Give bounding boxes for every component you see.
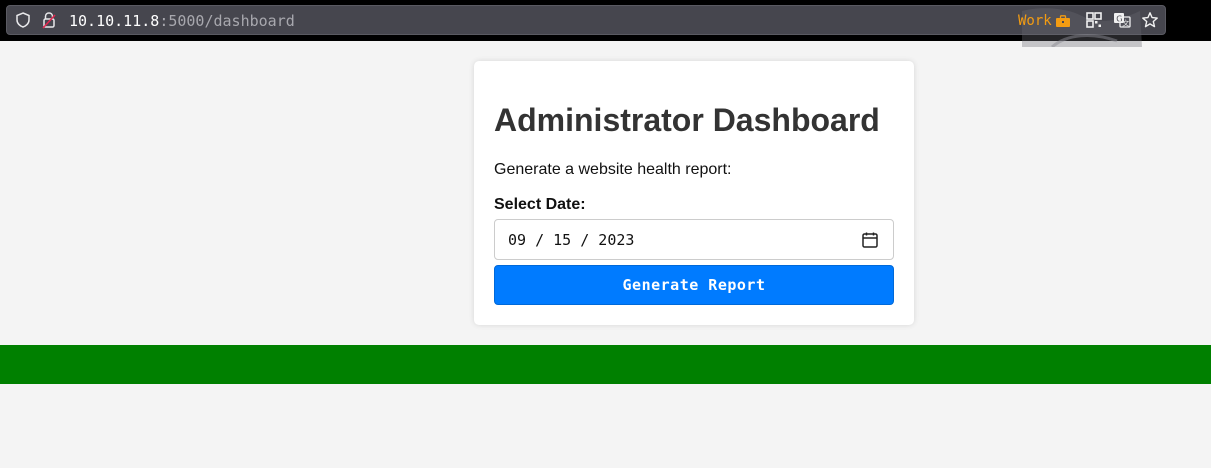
date-value[interactable]: 09 / 15 / 2023 xyxy=(508,231,634,249)
url-text[interactable]: 10.10.11.8:5000/dashboard xyxy=(69,12,295,30)
generate-report-button[interactable]: Generate Report xyxy=(494,265,894,305)
url-host: 10.10.11.8 xyxy=(69,12,160,30)
report-description: Generate a website health report: xyxy=(494,161,732,178)
container-tab-indicator[interactable]: Work xyxy=(1018,12,1071,30)
date-input[interactable]: 09 / 15 / 2023 xyxy=(494,219,894,260)
date-label: Select Date: xyxy=(494,196,586,213)
briefcase-icon xyxy=(1055,14,1070,27)
address-bar[interactable]: 10.10.11.8:5000/dashboard Work G 文 xyxy=(6,5,1166,47)
dashboard-card: Administrator Dashboard Generate a websi… xyxy=(474,61,914,325)
star-icon[interactable] xyxy=(1141,11,1159,29)
footer-bar xyxy=(0,345,1211,384)
url-path: :5000/dashboard xyxy=(159,12,295,30)
calendar-icon[interactable] xyxy=(861,231,879,249)
lock-icon[interactable] xyxy=(42,11,56,29)
svg-text:文: 文 xyxy=(1122,19,1129,28)
container-label: Work xyxy=(1018,13,1052,29)
shield-icon[interactable] xyxy=(15,12,31,28)
translate-icon[interactable]: G 文 xyxy=(1113,11,1131,29)
browser-toolbar: 10.10.11.8:5000/dashboard Work G 文 xyxy=(0,0,1211,47)
page-title: Administrator Dashboard xyxy=(494,102,880,138)
qr-code-icon[interactable] xyxy=(1085,11,1103,29)
